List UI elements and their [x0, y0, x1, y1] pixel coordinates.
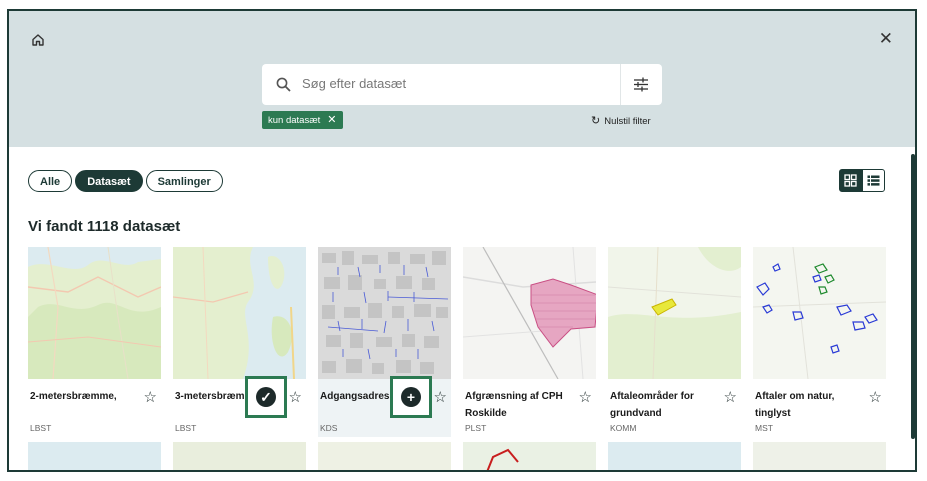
dialog-header: ✕ Søg efter datasæt kun datasæt ✕ ↻ Nulsti…: [9, 11, 915, 147]
card-title[interactable]: Afgrænsning af CPH Roskilde: [465, 388, 565, 422]
dataset-card[interactable]: Afgrænsning af CPH Roskilde PLST ☆: [463, 247, 596, 437]
reset-filter-label: Nulstil filter: [604, 116, 651, 127]
plus-icon: +: [401, 387, 421, 407]
sliders-icon[interactable]: [633, 77, 649, 92]
selected-check-button[interactable]: ✓: [245, 376, 287, 418]
search-icon: [276, 77, 291, 92]
results-heading: Vi fandt 1118 datasæt: [28, 218, 181, 235]
card-org: LBST: [30, 423, 52, 433]
grid-view-button[interactable]: [839, 169, 862, 192]
chip-close-icon[interactable]: ✕: [327, 114, 336, 126]
card-org: PLST: [465, 423, 487, 433]
card-org: LBST: [175, 423, 197, 433]
map-thumbnail: [28, 247, 161, 379]
grid-icon: [844, 174, 857, 187]
reset-icon: ↻: [591, 115, 601, 127]
home-icon[interactable]: [31, 33, 45, 47]
star-icon[interactable]: ☆: [724, 390, 737, 405]
map-thumbnail: [28, 442, 161, 470]
star-icon[interactable]: ☆: [144, 390, 157, 405]
add-dataset-button[interactable]: +: [390, 376, 432, 418]
tab-datasets[interactable]: Datasæt: [75, 170, 143, 192]
view-toggle: [839, 169, 885, 192]
dataset-dialog: ✕ Søg efter datasæt kun datasæt ✕ ↻ Nulsti…: [7, 9, 917, 472]
star-icon[interactable]: ☆: [434, 390, 447, 405]
map-thumbnail: [608, 247, 741, 379]
dataset-card[interactable]: Aftaleområder for grundvand KOMM ☆: [608, 247, 741, 437]
map-thumbnail: [463, 442, 596, 470]
tab-all[interactable]: Alle: [28, 170, 73, 192]
card-title[interactable]: 2-metersbræmme,: [30, 388, 130, 405]
map-thumbnail: [753, 247, 886, 379]
tab-collections[interactable]: Samlinger: [145, 170, 223, 192]
list-view-button[interactable]: [862, 169, 885, 192]
card-org: MST: [755, 423, 773, 433]
star-icon[interactable]: ☆: [289, 390, 302, 405]
map-thumbnail: [463, 247, 596, 379]
map-thumbnail: [318, 442, 451, 470]
search-divider: [620, 64, 621, 105]
card-title[interactable]: Aftaler om natur, tinglyst: [755, 388, 855, 422]
map-thumbnail: [753, 442, 886, 470]
map-thumbnail: [173, 442, 306, 470]
filter-chip-label: kun datasæt: [268, 115, 321, 126]
search-box[interactable]: Søg efter datasæt: [262, 64, 662, 105]
map-thumbnail: [173, 247, 306, 379]
check-icon: ✓: [256, 387, 276, 407]
dataset-card[interactable]: Aftaler om natur, tinglyst MST ☆: [753, 247, 886, 437]
star-icon[interactable]: ☆: [579, 390, 592, 405]
dataset-card[interactable]: 2-metersbræmme, LBST ☆: [28, 247, 161, 437]
reset-filter-button[interactable]: ↻ Nulstil filter: [591, 114, 651, 127]
map-thumbnail: [608, 442, 741, 470]
search-input[interactable]: Søg efter datasæt: [302, 76, 406, 91]
type-tabs: Alle Datasæt Samlinger: [28, 170, 223, 192]
close-icon[interactable]: ✕: [879, 30, 893, 47]
filter-chip[interactable]: kun datasæt ✕: [262, 111, 343, 129]
card-org: KDS: [320, 423, 338, 433]
scrollbar[interactable]: [911, 154, 915, 439]
card-title[interactable]: Aftaleområder for grundvand: [610, 388, 710, 422]
star-icon[interactable]: ☆: [869, 390, 882, 405]
list-icon: [867, 175, 880, 186]
map-thumbnail: [318, 247, 451, 379]
card-org: KOMM: [610, 423, 637, 433]
